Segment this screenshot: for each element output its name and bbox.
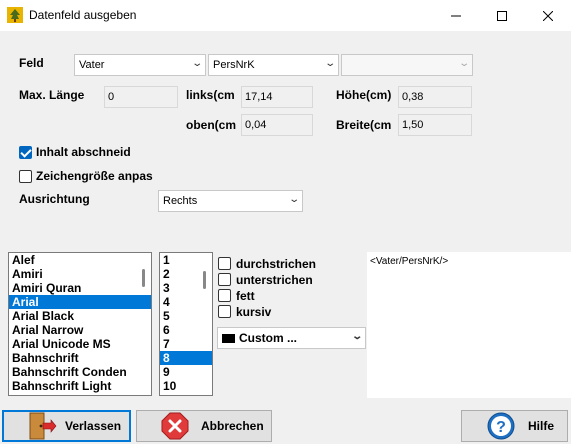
hilfe-button[interactable]: ? Hilfe [461, 410, 568, 442]
fett-label: fett [236, 289, 255, 303]
feld2-select[interactable]: PersNrK ⌄ [208, 54, 339, 76]
minimize-button[interactable] [433, 0, 479, 31]
window-title: Datenfeld ausgeben [29, 8, 137, 22]
inhalt-abschneiden-checkbox[interactable] [19, 146, 32, 159]
font-list-scrollbar[interactable] [142, 269, 145, 287]
preview-pane: <Vater/PersNrK/> [367, 252, 571, 398]
feld1-select[interactable]: Vater ⌄ [74, 54, 206, 76]
zeichengroesse-checkbox[interactable] [19, 170, 32, 183]
font-item[interactable]: Arial Narrow [9, 323, 151, 337]
font-item[interactable]: Arial Unicode MS [9, 337, 151, 351]
durchstrichen-label: durchstrichen [236, 257, 317, 271]
unterstrichen-label: unterstrichen [236, 273, 313, 287]
chevron-down-icon: ⌄ [190, 58, 203, 69]
exit-door-icon [29, 412, 57, 440]
color-swatch [222, 334, 235, 344]
breite-label: Breite(cm [336, 118, 392, 132]
close-icon [543, 10, 553, 21]
font-item[interactable]: Amiri Quran [9, 281, 151, 295]
abbrechen-label: Abbrechen [201, 419, 264, 433]
cancel-icon [161, 412, 189, 440]
kursiv-checkbox[interactable] [218, 305, 231, 318]
title-bar: Datenfeld ausgeben [0, 0, 571, 31]
feld2-value: PersNrK [213, 59, 255, 71]
size-item[interactable]: 8 [160, 351, 212, 365]
font-list[interactable]: Alef Amiri Amiri Quran Arial Arial Black Aria… [8, 252, 152, 396]
feld3-select[interactable]: ⌄ [341, 54, 473, 76]
font-item[interactable]: Arial Black [9, 309, 151, 323]
zeichengroesse-label: Zeichengröße anpas [36, 169, 153, 183]
font-item[interactable]: Amiri [9, 267, 151, 281]
links-label: links(cm [186, 88, 235, 102]
chevron-down-icon: ⌄ [323, 58, 336, 69]
feld-label: Feld [19, 56, 44, 70]
hoehe-input[interactable]: 0,38 [398, 86, 472, 108]
inhalt-abschneiden-label: Inhalt abschneid [36, 145, 131, 159]
font-item[interactable]: Alef [9, 253, 151, 267]
font-item[interactable]: Bahnschrift [9, 351, 151, 365]
help-icon: ? [487, 412, 515, 440]
verlassen-button[interactable]: Verlassen [2, 410, 131, 442]
ausrichtung-label: Ausrichtung [19, 192, 90, 206]
unterstrichen-checkbox[interactable] [218, 273, 231, 286]
size-item[interactable]: 7 [160, 337, 212, 351]
breite-input[interactable]: 1,50 [398, 114, 472, 136]
oben-input[interactable]: 0,04 [241, 114, 313, 136]
max-laenge-input[interactable]: 0 [104, 86, 178, 108]
fett-checkbox[interactable] [218, 289, 231, 302]
size-item[interactable]: 5 [160, 309, 212, 323]
size-list-scrollbar[interactable] [203, 271, 206, 289]
font-item[interactable]: Arial [9, 295, 151, 309]
size-item[interactable]: 9 [160, 365, 212, 379]
oben-label: oben(cm [186, 118, 237, 132]
abbrechen-button[interactable]: Abbrechen [136, 410, 272, 442]
preview-text: <Vater/PersNrK/> [370, 256, 449, 267]
font-item[interactable]: Bahnschrift Light [9, 379, 151, 393]
maximize-icon [497, 10, 507, 21]
svg-text:?: ? [496, 419, 506, 436]
chevron-down-icon: ⌄ [287, 194, 300, 205]
ausrichtung-value: Rechts [163, 195, 198, 207]
size-item[interactable]: 1 [160, 253, 212, 267]
hoehe-label: Höhe(cm) [336, 88, 392, 102]
minimize-icon [451, 15, 461, 16]
verlassen-label: Verlassen [65, 419, 122, 433]
maximize-button[interactable] [479, 0, 525, 31]
chevron-down-icon: ⌄ [350, 331, 363, 342]
font-item[interactable]: Bahnschrift Conden [9, 365, 151, 379]
app-icon [7, 7, 23, 23]
kursiv-label: kursiv [236, 305, 272, 319]
ausrichtung-select[interactable]: Rechts ⌄ [158, 190, 303, 212]
color-select[interactable]: Custom ... ⌄ [217, 327, 366, 349]
size-item[interactable]: 4 [160, 295, 212, 309]
size-item[interactable]: 6 [160, 323, 212, 337]
color-value: Custom ... [239, 331, 298, 345]
durchstrichen-checkbox[interactable] [218, 257, 231, 270]
links-input[interactable]: 17,14 [241, 86, 313, 108]
size-list[interactable]: 1 2 3 4 5 6 7 8 9 10 [159, 252, 213, 396]
size-item[interactable]: 10 [160, 379, 212, 393]
max-laenge-label: Max. Länge [19, 88, 85, 102]
close-button[interactable] [525, 0, 571, 31]
hilfe-label: Hilfe [528, 419, 555, 433]
chevron-down-icon: ⌄ [457, 58, 470, 69]
feld1-value: Vater [79, 59, 105, 71]
